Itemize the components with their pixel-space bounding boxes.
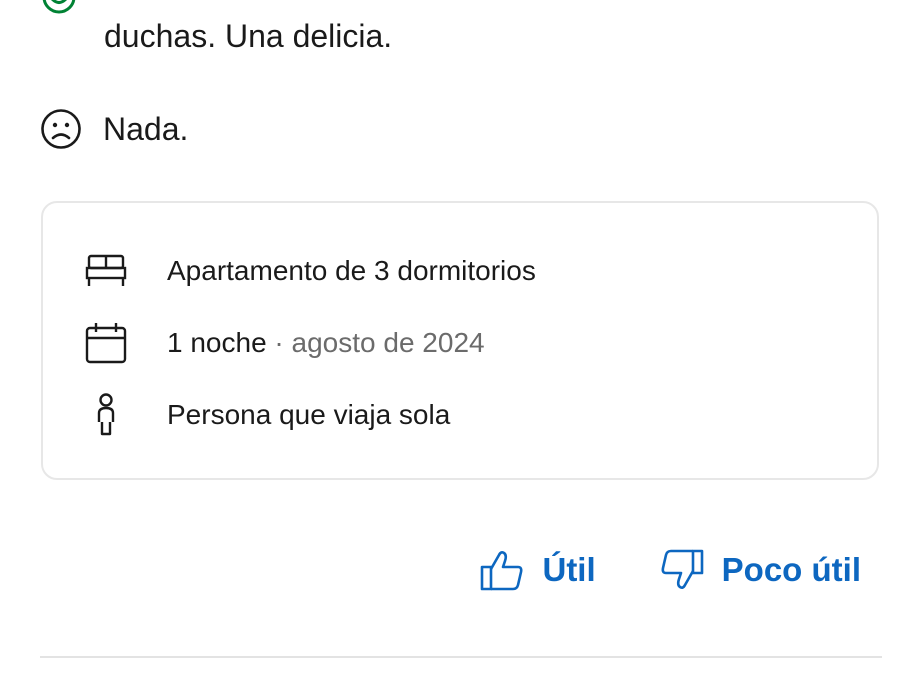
room-type-label: Apartamento de 3 dormitorios (167, 255, 536, 286)
sad-face-icon (41, 109, 81, 149)
stay-length-label: 1 noche · agosto de 2024 (167, 327, 485, 359)
bed-icon (83, 248, 129, 294)
section-divider (40, 656, 882, 658)
negative-review-text: Nada. (103, 111, 189, 147)
helpful-button[interactable]: Útil (478, 546, 596, 594)
calendar-icon (83, 320, 129, 366)
helpful-label: Útil (542, 551, 596, 588)
room-type-row: Apartamento de 3 dormitorios (83, 247, 536, 295)
stay-date-label: agosto de 2024 (291, 327, 485, 358)
thumbs-up-icon (478, 546, 526, 594)
stay-date-row: 1 noche · agosto de 2024 (83, 319, 485, 367)
traveler-type-label: Persona que viaja sola (167, 399, 451, 430)
person-icon (83, 392, 129, 438)
thumbs-down-icon (658, 546, 706, 594)
stay-details-card: Apartamento de 3 dormitorios 1 noche · a… (41, 201, 879, 480)
separator-dot: · (266, 327, 292, 358)
review-card: duchas. Una delicia. Nada. Apartamento d… (0, 0, 923, 700)
not-helpful-button[interactable]: Poco útil (658, 546, 861, 594)
traveler-type-row: Persona que viaja sola (83, 391, 450, 439)
negative-review: Nada. (40, 104, 188, 154)
nights-label: 1 noche (167, 327, 267, 358)
not-helpful-label: Poco útil (721, 551, 861, 588)
positive-review-text: duchas. Una delicia. (104, 18, 393, 54)
smile-icon (42, 0, 76, 14)
review-feedback-actions: Útil Poco útil (478, 540, 861, 600)
